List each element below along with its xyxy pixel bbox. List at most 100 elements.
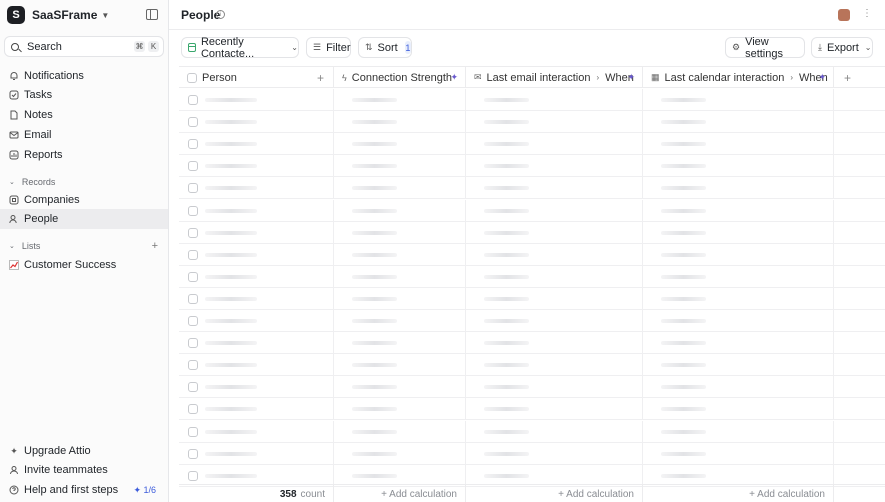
row-checkbox[interactable] [188, 338, 198, 349]
ai-sparkle-icon[interactable]: ✦ [818, 72, 826, 83]
table-cell[interactable] [643, 420, 834, 443]
row-checkbox[interactable] [188, 227, 198, 238]
table-row[interactable] [179, 111, 885, 134]
table-cell[interactable] [179, 332, 334, 355]
table-cell[interactable] [466, 221, 643, 244]
add-column-button[interactable]: + [834, 67, 885, 88]
sidebar-item-help[interactable]: Help and first steps ✦ 1/6 [0, 480, 168, 500]
table-row[interactable] [179, 133, 885, 156]
add-calculation-button[interactable]: + Add calculation [643, 485, 834, 502]
table-cell[interactable] [334, 265, 466, 288]
table-cell[interactable] [179, 442, 334, 465]
table-cell[interactable] [643, 354, 834, 377]
row-checkbox[interactable] [188, 95, 198, 105]
lists-section-header[interactable]: ⌄ Lists + [9, 239, 164, 253]
table-cell[interactable] [179, 221, 334, 244]
table-cell[interactable] [334, 398, 466, 421]
table-cell[interactable] [834, 244, 885, 266]
table-cell[interactable] [834, 89, 885, 111]
table-cell[interactable] [334, 111, 466, 134]
table-row[interactable] [179, 199, 885, 222]
row-checkbox[interactable] [188, 293, 198, 304]
table-cell[interactable] [466, 442, 643, 465]
table-cell[interactable] [466, 199, 643, 222]
sidebar-item-notifications[interactable]: Notifications [0, 66, 168, 86]
export-button[interactable]: ⤓ Export ⌄ [811, 37, 873, 58]
table-cell[interactable] [466, 155, 643, 178]
table-cell[interactable] [334, 442, 466, 465]
table-cell[interactable] [334, 354, 466, 377]
table-cell[interactable] [643, 310, 834, 332]
table-cell[interactable] [643, 111, 834, 134]
table-cell[interactable] [643, 376, 834, 399]
table-cell[interactable] [834, 354, 885, 376]
table-row[interactable] [179, 376, 885, 399]
table-cell[interactable] [834, 177, 885, 199]
sidebar-item-reports[interactable]: Reports [0, 145, 168, 165]
table-row[interactable] [179, 89, 885, 111]
table-cell[interactable] [179, 155, 334, 178]
sidebar-item-people[interactable]: People [0, 209, 168, 229]
table-cell[interactable] [834, 200, 885, 222]
sort-button[interactable]: ⇅ Sort 1 [358, 37, 412, 58]
select-all-checkbox[interactable] [187, 72, 197, 83]
row-checkbox[interactable] [188, 139, 198, 150]
add-calculation-button[interactable]: + Add calculation [466, 485, 643, 502]
table-row[interactable] [179, 332, 885, 355]
table-cell[interactable] [466, 265, 643, 288]
table-row[interactable] [179, 243, 885, 266]
sidebar-item-notes[interactable]: Notes [0, 105, 168, 125]
row-checkbox[interactable] [188, 448, 198, 459]
table-cell[interactable] [834, 155, 885, 177]
table-row[interactable] [179, 177, 885, 200]
table-cell[interactable] [834, 310, 885, 332]
table-cell[interactable] [179, 398, 334, 421]
table-cell[interactable] [334, 177, 466, 200]
ai-sparkle-icon[interactable]: ✦ [450, 72, 458, 83]
table-cell[interactable] [179, 287, 334, 310]
table-cell[interactable] [179, 310, 334, 332]
table-cell[interactable] [466, 332, 643, 355]
table-row[interactable] [179, 221, 885, 244]
table-cell[interactable] [334, 376, 466, 399]
table-cell[interactable] [834, 332, 885, 354]
sidebar-item-upgrade[interactable]: ✦ Upgrade Attio [0, 441, 168, 461]
table-cell[interactable] [466, 89, 643, 111]
table-cell[interactable] [466, 243, 643, 266]
table-cell[interactable] [179, 89, 334, 111]
row-checkbox[interactable] [188, 382, 198, 393]
table-cell[interactable] [643, 243, 834, 266]
table-cell[interactable] [334, 287, 466, 310]
table-cell[interactable] [643, 133, 834, 156]
table-cell[interactable] [179, 199, 334, 222]
row-checkbox[interactable] [188, 249, 198, 260]
row-checkbox[interactable] [188, 316, 198, 326]
table-cell[interactable] [334, 155, 466, 178]
table-cell[interactable] [466, 310, 643, 332]
row-checkbox[interactable] [188, 117, 198, 128]
table-cell[interactable] [466, 133, 643, 156]
table-cell[interactable] [834, 376, 885, 398]
column-header-person[interactable]: Person + [179, 67, 334, 88]
table-cell[interactable] [834, 111, 885, 133]
info-icon[interactable]: i [216, 10, 225, 19]
table-cell[interactable] [179, 243, 334, 266]
add-list-icon[interactable]: + [152, 240, 158, 252]
table-cell[interactable] [834, 443, 885, 465]
more-vertical-icon[interactable]: ⋮ [862, 8, 872, 19]
table-cell[interactable] [334, 221, 466, 244]
table-row[interactable] [179, 420, 885, 443]
table-cell[interactable] [466, 111, 643, 134]
table-cell[interactable] [334, 310, 466, 332]
table-cell[interactable] [334, 420, 466, 443]
table-row[interactable] [179, 155, 885, 178]
table-cell[interactable] [334, 243, 466, 266]
table-cell[interactable] [179, 177, 334, 200]
table-cell[interactable] [466, 354, 643, 377]
table-cell[interactable] [643, 265, 834, 288]
table-cell[interactable] [834, 133, 885, 155]
table-cell[interactable] [334, 199, 466, 222]
column-header-last-email[interactable]: ✉ Last email interaction › When ✦ [466, 67, 643, 88]
row-checkbox[interactable] [188, 404, 198, 415]
row-checkbox[interactable] [188, 360, 198, 371]
